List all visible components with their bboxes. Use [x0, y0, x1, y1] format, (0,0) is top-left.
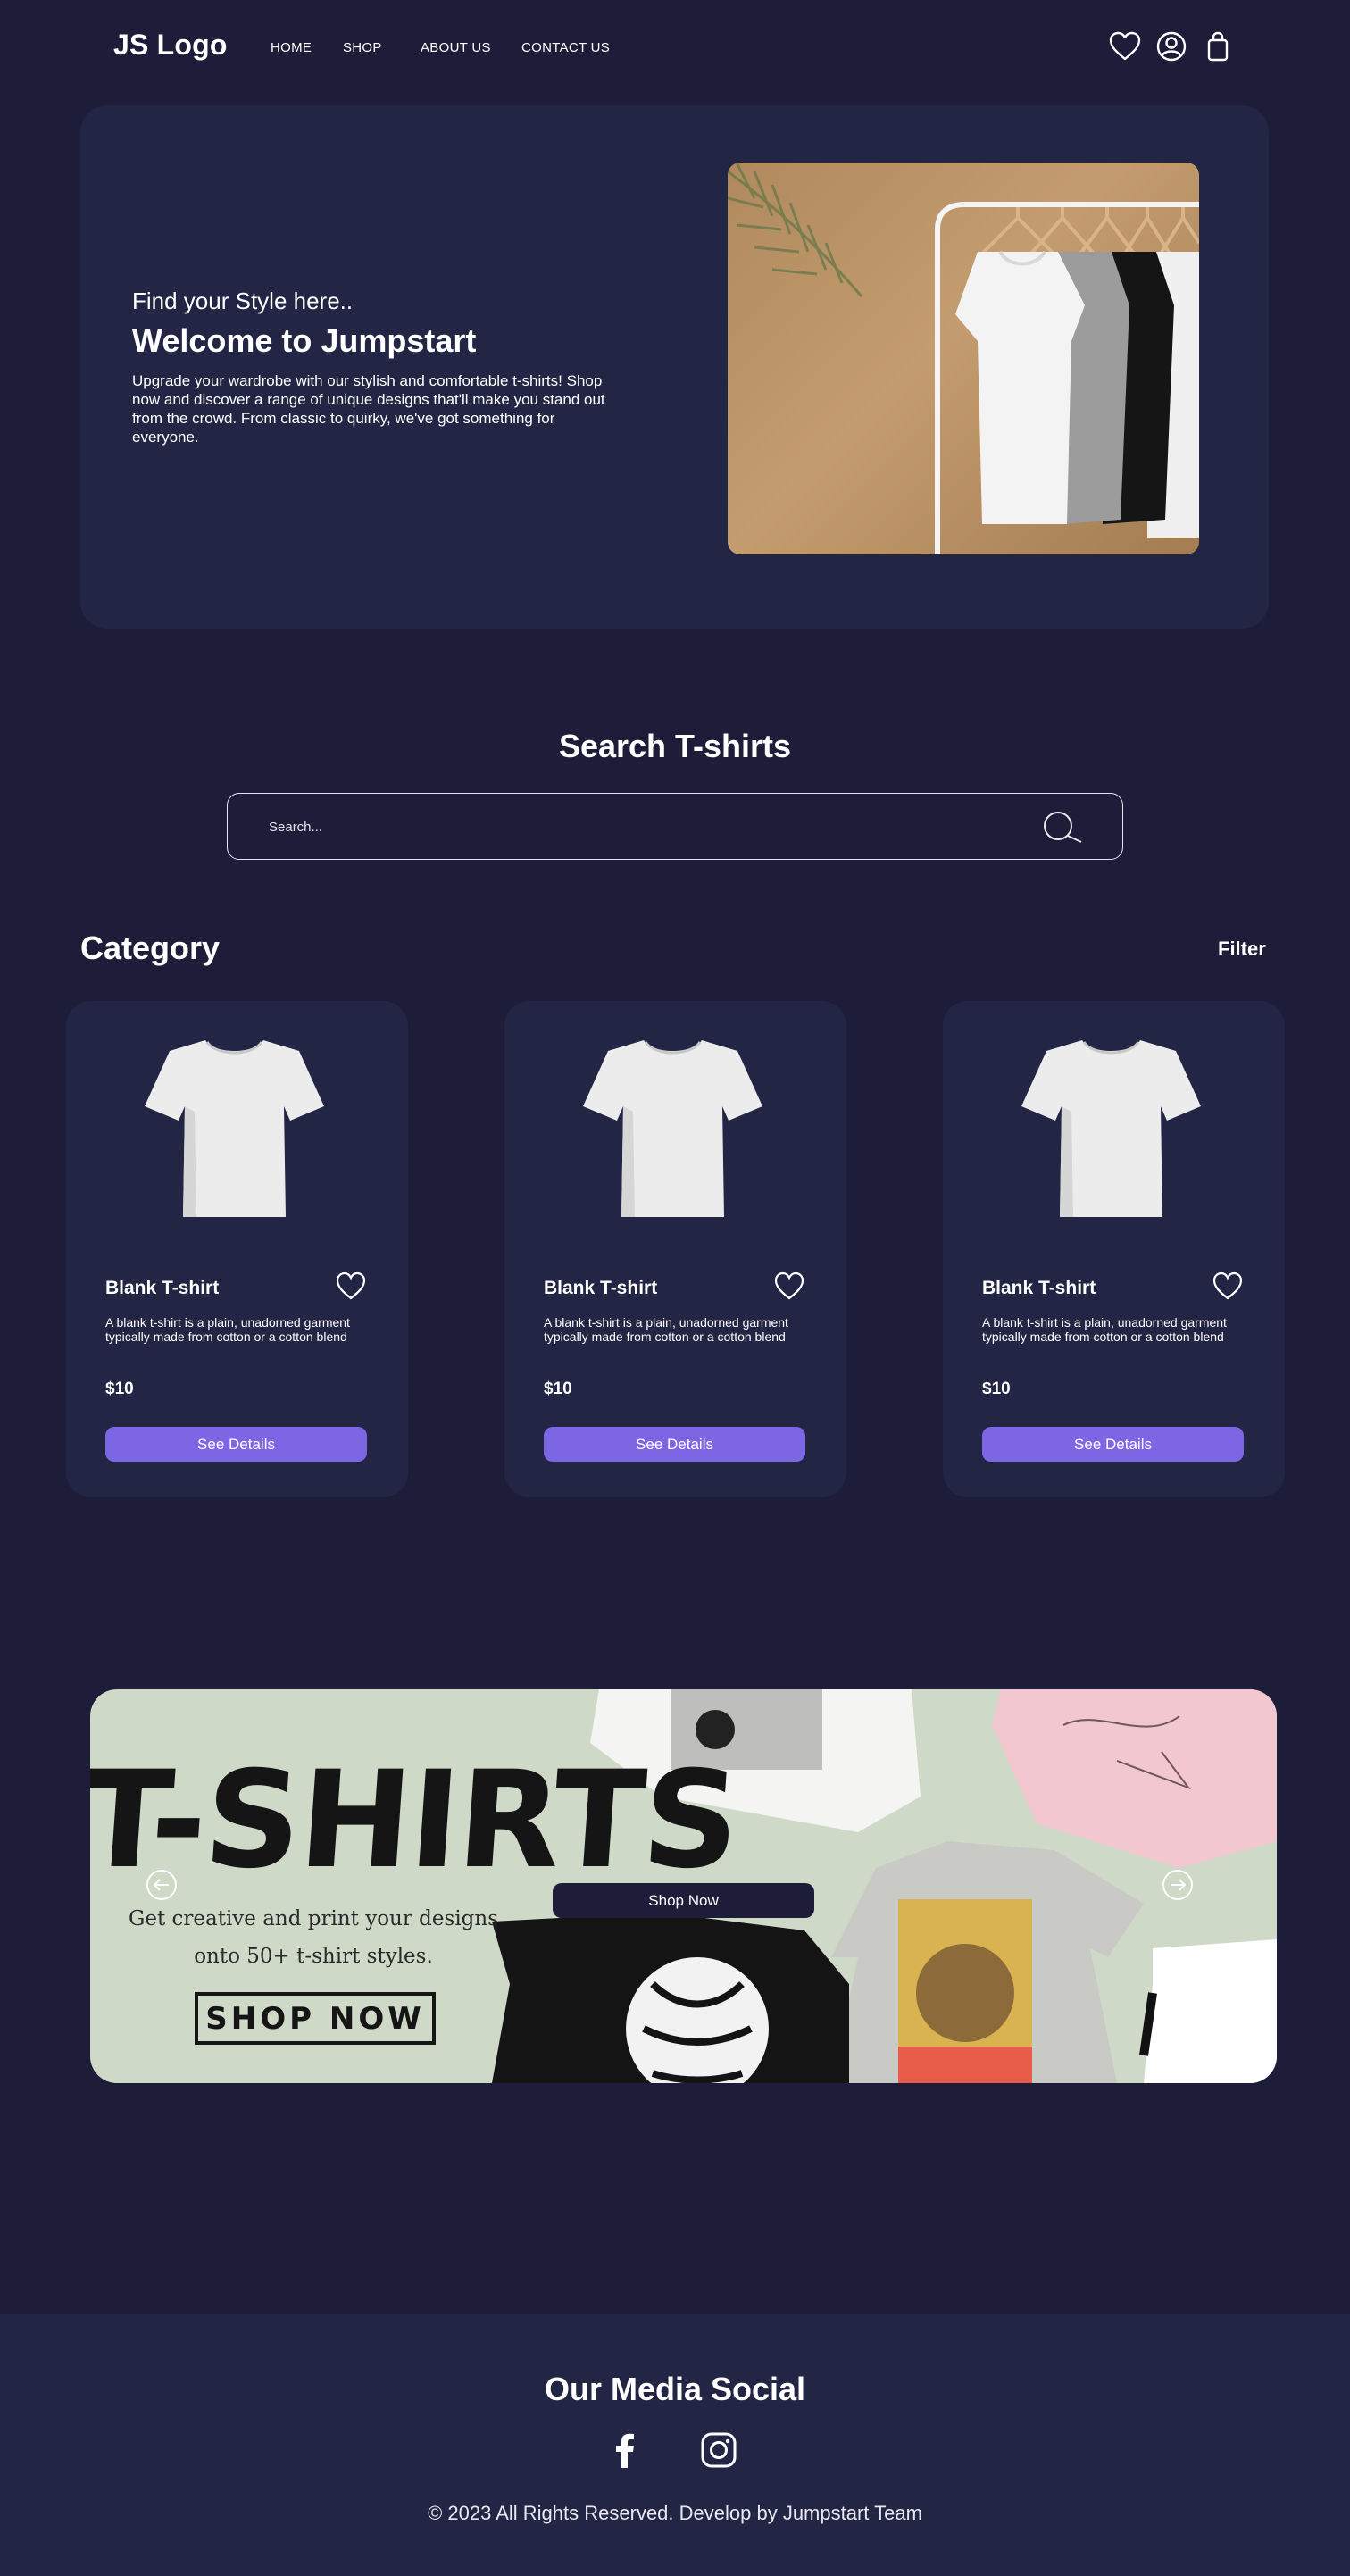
hero-subtitle: Find your Style here.. [132, 288, 354, 314]
arrow-left-icon[interactable] [146, 1869, 178, 1901]
product-description: A blank t-shirt is a plain, unadorned ga… [982, 1315, 1227, 1344]
nav-contact-us[interactable]: CONTACT US [521, 40, 610, 55]
product-name[interactable]: Blank T-shirt [544, 1278, 657, 1299]
search-title: Search T-shirts [558, 728, 792, 764]
search-input[interactable] [269, 812, 983, 842]
banner-image-copy: Get creative and print your designs onto… [128, 1907, 499, 1968]
banner-image-word: T-SHIRTS [90, 1743, 744, 1898]
promo-banner: T-SHIRTS Get creative and print your des… [90, 1689, 1277, 2083]
search-box [227, 793, 1123, 860]
footer-title: Our Media Social [544, 2371, 806, 2407]
heart-icon[interactable] [1212, 1271, 1244, 1301]
product-description: A blank t-shirt is a plain, unadorned ga… [105, 1315, 350, 1344]
shop-now-button[interactable]: Shop Now [553, 1883, 814, 1918]
product-price: $10 [544, 1380, 572, 1398]
product-price: $10 [982, 1380, 1011, 1398]
product-description: A blank t-shirt is a plain, unadorned ga… [544, 1315, 788, 1344]
facebook-icon[interactable] [605, 2430, 645, 2470]
logo[interactable]: JS Logo [113, 29, 228, 62]
product-price: $10 [105, 1380, 134, 1398]
bag-icon[interactable] [1200, 29, 1236, 64]
copyright-text: © 2023 All Rights Reserved. Develop by J… [428, 2502, 922, 2524]
product-name[interactable]: Blank T-shirt [982, 1278, 1096, 1299]
arrow-right-icon[interactable] [1162, 1869, 1194, 1901]
product-name[interactable]: Blank T-shirt [105, 1278, 219, 1299]
search-icon[interactable] [1041, 810, 1084, 846]
see-details-button[interactable]: See Details [982, 1427, 1244, 1462]
instagram-icon[interactable] [699, 2430, 738, 2470]
nav-home[interactable]: HOME [271, 40, 312, 55]
banner-image-box: SHOP NOW [195, 1992, 436, 2045]
see-details-button[interactable]: See Details [105, 1427, 367, 1462]
heart-icon[interactable] [1107, 29, 1143, 64]
hero-image [728, 163, 1199, 554]
heart-icon[interactable] [335, 1271, 367, 1301]
nav-about-us[interactable]: ABOUT US [421, 40, 491, 55]
nav-shop[interactable]: SHOP [343, 40, 382, 55]
product-image [143, 1035, 326, 1222]
product-card: Blank T-shirt A blank t-shirt is a plain… [66, 1001, 408, 1497]
product-image [1020, 1035, 1203, 1222]
filter-button[interactable]: Filter [1218, 938, 1266, 961]
heart-icon[interactable] [773, 1271, 805, 1301]
user-icon[interactable] [1154, 29, 1189, 64]
product-image [581, 1035, 764, 1222]
hero-title: Welcome to Jumpstart [132, 322, 477, 359]
category-title: Category [80, 930, 221, 966]
product-card: Blank T-shirt A blank t-shirt is a plain… [504, 1001, 846, 1497]
product-card: Blank T-shirt A blank t-shirt is a plain… [943, 1001, 1285, 1497]
see-details-button[interactable]: See Details [544, 1427, 805, 1462]
footer: Our Media Social © 2023 All Rights Reser… [0, 2314, 1350, 2576]
hero-description: Upgrade your wardrobe with our stylish a… [132, 372, 605, 446]
